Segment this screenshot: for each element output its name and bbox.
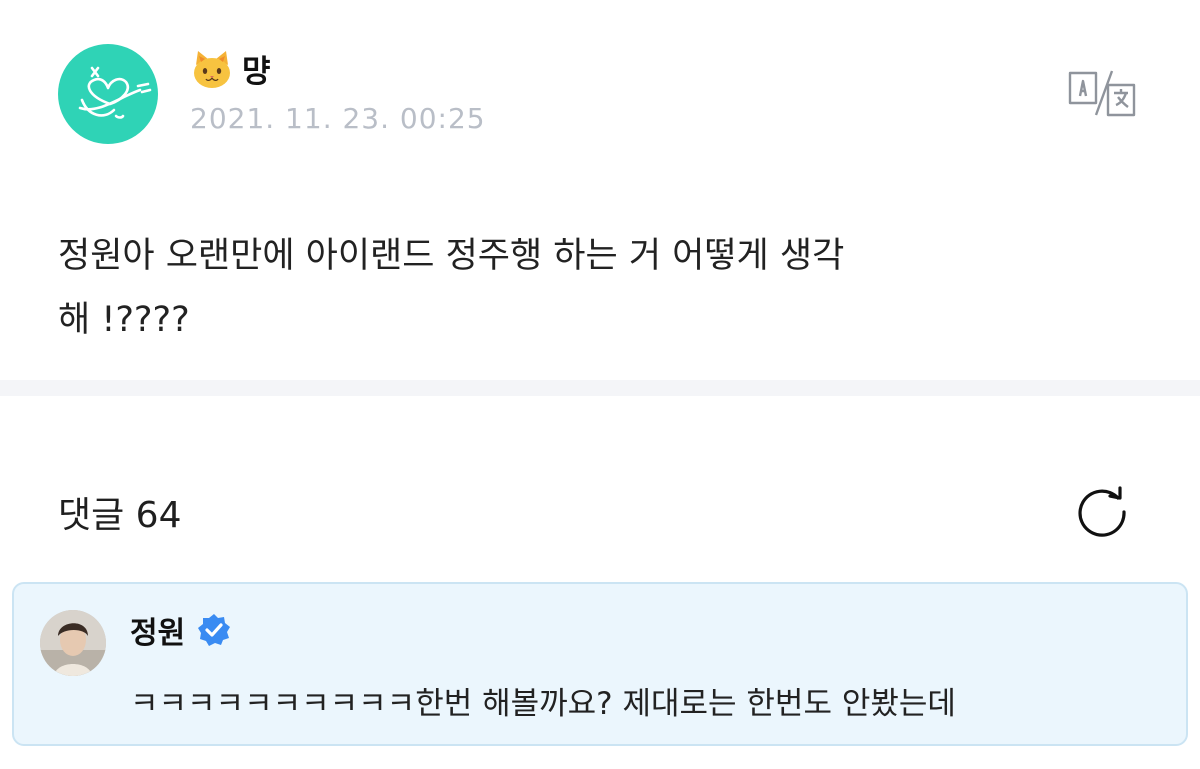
post-header: 먕 2021. 11. 23. 00:25 [58,44,1148,144]
cat-face-icon [190,47,234,91]
highlighted-comment[interactable]: 정원 ㅋㅋㅋㅋㅋㅋㅋㅋㅋㅋ한번 해볼까요? 제대로는 한번도 안봤는데 [12,582,1188,746]
translate-button[interactable] [1066,69,1138,119]
comment-text: ㅋㅋㅋㅋㅋㅋㅋㅋㅋㅋ한번 해볼까요? 제대로는 한번도 안봤는데 [130,686,956,722]
post-timestamp: 2021. 11. 23. 00:25 [190,102,486,135]
translate-icon [1068,70,1136,117]
verified-badge-icon [197,613,231,647]
post-body: 정원아 오랜만에 아이랜드 정주행 하는 거 어떻게 생각 해 !???? [58,224,1118,352]
post-body-line: 정원아 오랜만에 아이랜드 정주행 하는 거 어떻게 생각 [58,236,845,276]
comments-count-header: 댓글 64 [58,495,182,536]
comment-author-row: 정원 [130,608,231,652]
author-row: 먕 [190,46,271,91]
comment-author-name[interactable]: 정원 [130,608,185,652]
section-divider [0,380,1200,396]
refresh-button[interactable] [1072,482,1132,540]
author-name[interactable]: 먕 [242,46,271,91]
author-avatar[interactable] [58,44,158,144]
post-body-line: 해 !???? [58,300,190,340]
refresh-icon [1078,486,1126,537]
comment-author-avatar[interactable] [40,610,106,676]
